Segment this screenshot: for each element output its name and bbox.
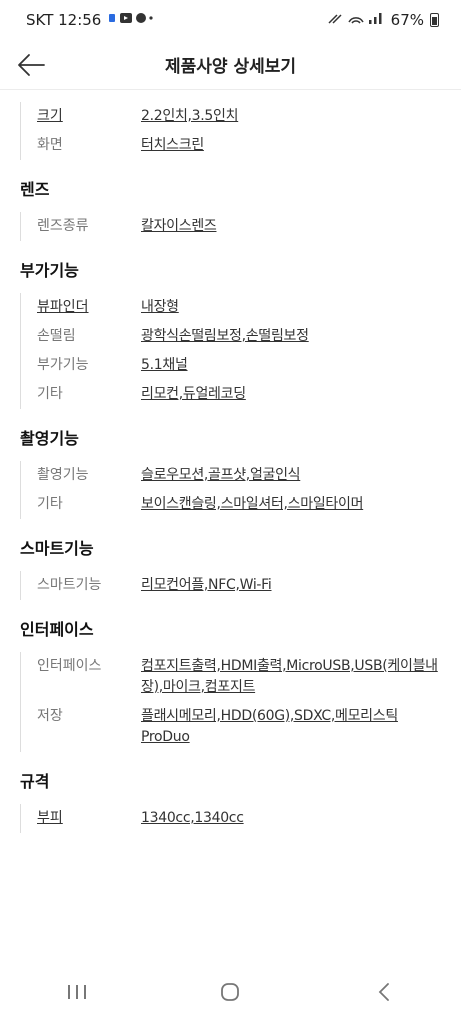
spec-row: 크기 2.2인치,3.5인치	[37, 102, 441, 131]
spec-value-link[interactable]: 리모컨,듀얼레코딩	[141, 384, 441, 405]
spec-label: 화면	[37, 137, 63, 153]
spec-row: 인터페이스 컴포지트출력,HDMI출력,MicroUSB,USB(케이블내장),마…	[37, 652, 441, 702]
battery-level: 67%	[390, 11, 424, 29]
spec-label[interactable]: 뷰파인더	[37, 297, 141, 318]
spec-row: 부가기능 5.1채널	[37, 351, 441, 380]
spec-label: 저장	[37, 708, 63, 724]
spec-label: 스마트기능	[37, 577, 102, 593]
system-navbar	[0, 960, 461, 1024]
back-button[interactable]	[14, 48, 50, 82]
spec-row: 화면 터치스크린	[37, 131, 441, 160]
spec-value-link[interactable]: 리모컨어플,NFC,Wi-Fi	[141, 575, 441, 596]
section-title: 인터페이스	[20, 620, 94, 639]
status-left: SKT 12:56	[26, 11, 154, 29]
spec-label: 부가기능	[37, 357, 89, 373]
section-title: 촬영기능	[20, 429, 79, 448]
notification-icon	[108, 11, 154, 29]
status-time: SKT 12:56	[26, 11, 102, 29]
section-title: 규격	[20, 772, 50, 791]
spec-list: 스마트기능 리모컨어플,NFC,Wi-Fi	[20, 571, 441, 600]
status-right: 67%	[327, 11, 439, 29]
back-arrow-icon	[18, 54, 45, 76]
battery-icon	[430, 13, 439, 27]
spec-row: 기타 보이스캔슬링,스마일셔터,스마일타이머	[37, 490, 441, 519]
spec-value-link[interactable]: 칼자이스렌즈	[141, 216, 441, 237]
spec-list: 촬영기능 슬로우모션,골프샷,얼굴인식기타 보이스캔슬링,스마일셔터,스마일타이머	[20, 461, 441, 519]
spec-label[interactable]: 부피	[37, 808, 141, 829]
back-nav-button[interactable]	[354, 972, 414, 1012]
spec-list: 부피 1340cc,1340cc	[20, 804, 441, 833]
signal-icon	[327, 11, 385, 29]
spec-label: 손떨림	[37, 328, 76, 344]
spec-sections: 렌즈 렌즈종류 칼자이스렌즈 부가기능 뷰파인더 내장형 손떨림 광학식손떨림보정,손떨림보정…	[0, 160, 461, 833]
section-title: 부가기능	[20, 261, 79, 280]
spec-value-link[interactable]: 터치스크린	[141, 135, 441, 156]
spec-label[interactable]: 크기	[37, 106, 141, 127]
spec-section: 규격부피 1340cc,1340cc	[0, 752, 461, 833]
spec-list: 크기 2.2인치,3.5인치화면 터치스크린	[20, 102, 441, 160]
spec-row: 부피 1340cc,1340cc	[37, 804, 441, 833]
section-title: 렌즈	[20, 180, 50, 199]
spec-list: 렌즈종류 칼자이스렌즈	[20, 212, 441, 241]
spec-value-link[interactable]: 내장형	[141, 297, 441, 318]
spec-section-top: 크기 2.2인치,3.5인치화면 터치스크린	[0, 90, 461, 160]
header: 제품사양 상세보기	[0, 40, 461, 90]
spec-row: 스마트기능 리모컨어플,NFC,Wi-Fi	[37, 571, 441, 600]
spec-section: 인터페이스 인터페이스 컴포지트출력,HDMI출력,MicroUSB,USB(케이블…	[0, 600, 461, 752]
section-title: 스마트기능	[20, 539, 94, 558]
spec-value-link[interactable]: 플래시메모리,HDD(60G),SDXC,메모리스틱ProDuo	[141, 706, 441, 748]
page-title: 제품사양 상세보기	[164, 57, 297, 77]
spec-row: 기타 리모컨,듀얼레코딩	[37, 380, 441, 409]
spec-section: 촬영기능 촬영기능 슬로우모션,골프샷,얼굴인식 기타 보이스캔슬링,스마일셔터,스마일…	[0, 409, 461, 519]
spec-label: 촬영기능	[37, 467, 89, 483]
chevron-left-icon	[378, 983, 390, 1001]
spec-value-link[interactable]: 2.2인치,3.5인치	[141, 106, 441, 127]
spec-row: 렌즈종류 칼자이스렌즈	[37, 212, 441, 241]
spec-section: 스마트기능 스마트기능 리모컨어플,NFC,Wi-Fi	[0, 519, 461, 600]
home-button[interactable]	[200, 972, 260, 1012]
spec-value-link[interactable]: 1340cc,1340cc	[141, 808, 441, 829]
spec-label: 기타	[37, 496, 63, 512]
spec-row: 촬영기능 슬로우모션,골프샷,얼굴인식	[37, 461, 441, 490]
home-icon	[221, 983, 240, 1001]
spec-label: 기타	[37, 386, 63, 402]
recent-apps-icon	[67, 985, 86, 999]
spec-row: 저장 플래시메모리,HDD(60G),SDXC,메모리스틱ProDuo	[37, 702, 441, 752]
spec-section: 부가기능 뷰파인더 내장형 손떨림 광학식손떨림보정,손떨림보정 부가기능 5.1채널 기타 리…	[0, 241, 461, 409]
spec-row: 손떨림 광학식손떨림보정,손떨림보정	[37, 322, 441, 351]
spec-row: 뷰파인더 내장형	[37, 293, 441, 322]
spec-list: 뷰파인더 내장형손떨림 광학식손떨림보정,손떨림보정부가기능 5.1채널기타 리모컨,듀…	[20, 293, 441, 409]
spec-label: 인터페이스	[37, 658, 102, 674]
spec-section: 렌즈렌즈종류 칼자이스렌즈	[0, 160, 461, 241]
recent-apps-button[interactable]	[47, 972, 107, 1012]
spec-value-link[interactable]: 컴포지트출력,HDMI출력,MicroUSB,USB(케이블내장),마이크,컴포…	[141, 656, 441, 698]
spec-list: 인터페이스 컴포지트출력,HDMI출력,MicroUSB,USB(케이블내장),마…	[20, 652, 441, 752]
spec-label: 렌즈종류	[37, 218, 89, 234]
spec-value-link[interactable]: 보이스캔슬링,스마일셔터,스마일타이머	[141, 494, 441, 515]
status-bar: SKT 12:56 67%	[0, 0, 461, 40]
spec-content[interactable]: 크기 2.2인치,3.5인치 화면 터치스크린 렌즈 렌즈종류 칼자이스렌즈 부가기능 뷰파인…	[0, 90, 461, 960]
spec-value-link[interactable]: 슬로우모션,골프샷,얼굴인식	[141, 465, 441, 486]
spec-value-link[interactable]: 5.1채널	[141, 355, 441, 376]
spec-value-link[interactable]: 광학식손떨림보정,손떨림보정	[141, 326, 441, 347]
